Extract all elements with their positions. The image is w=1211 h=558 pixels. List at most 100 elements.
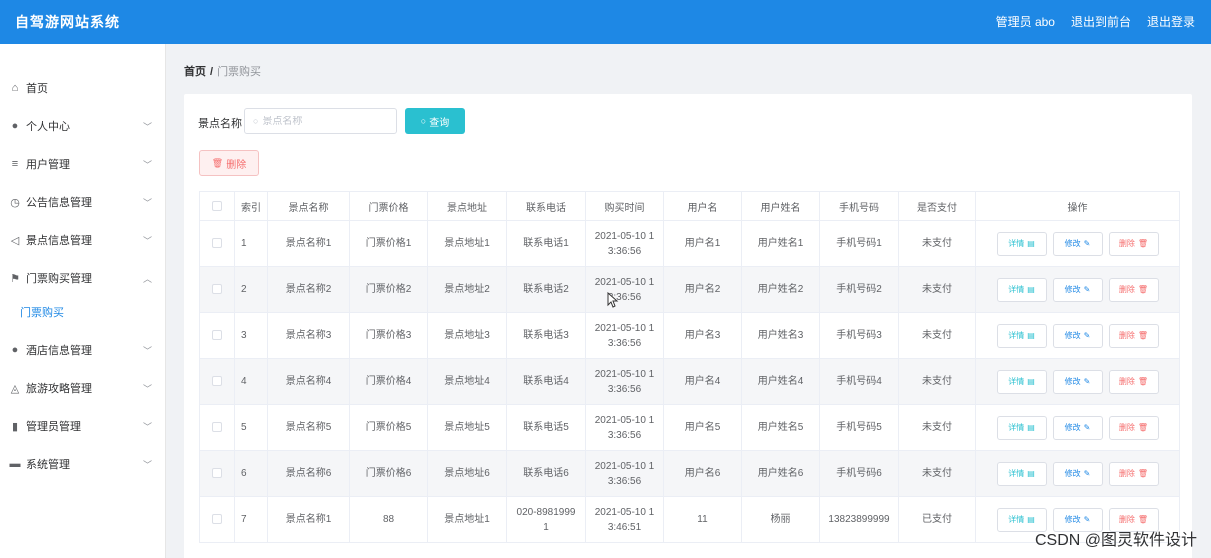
cell-user-realname: 用户姓名2 — [741, 266, 820, 313]
cell-scenic-address: 景点地址6 — [427, 450, 507, 497]
bulk-delete-button[interactable]: 🗑 删除 — [199, 150, 259, 176]
edit-button[interactable]: 修改 ✎ — [1052, 369, 1103, 394]
breadcrumb-home[interactable]: 首页 — [184, 66, 206, 78]
delete-row-button[interactable]: 删除 🗑 — [1108, 369, 1159, 394]
table-row[interactable]: 6 景点名称6 门票价格6 景点地址6 联系电话6 2021-05-10 1 3:… — [199, 450, 1180, 497]
delete-row-button[interactable]: 删除 🗑 — [1108, 415, 1159, 440]
row-checkbox[interactable] — [212, 376, 222, 387]
sidebar-item[interactable]: ◁ 景点信息管理 ﹀ — [0, 221, 166, 259]
delete-row-button[interactable]: 删除 🗑 — [1108, 461, 1159, 486]
table-row[interactable]: 1 景点名称1 门票价格1 景点地址1 联系电话1 2021-05-10 1 3:… — [199, 220, 1180, 267]
delete-row-button[interactable]: 删除 🗑 — [1108, 277, 1159, 302]
header-cell: 是否支付 — [898, 191, 976, 221]
cell-username: 用户名6 — [663, 450, 742, 497]
cell-actions: 详情 ▤ 修改 ✎ 删除 🗑 — [975, 404, 1180, 451]
logout-link[interactable]: 退出登录 — [1147, 13, 1195, 30]
row-select-cell[interactable] — [199, 266, 235, 313]
admin-label[interactable]: 管理员 abo — [996, 13, 1055, 30]
sidebar-item[interactable]: ⌂ 首页 — [0, 69, 166, 107]
header-cell: 景点名称 — [267, 191, 350, 221]
breadcrumb-separator: / — [210, 66, 214, 78]
sidebar-item-label: 系统管理 — [26, 459, 70, 471]
sidebar-item[interactable]: ● 个人中心 ﹀ — [0, 107, 166, 145]
search-input[interactable] — [262, 115, 383, 127]
detail-button[interactable]: 详情 ▤ — [996, 415, 1047, 440]
home-icon: ⌂ — [11, 82, 19, 94]
cell-phone-wrap: 联系电话1 — [506, 220, 586, 267]
cell-actions: 详情 ▤ 修改 ✎ 删除 🗑 — [975, 450, 1180, 497]
sidebar-item[interactable]: ▬ 系统管理 ﹀ — [0, 445, 166, 483]
query-button[interactable]: ○ 查询 — [405, 108, 465, 134]
pencil-icon: ✎ — [1083, 423, 1091, 432]
cell-phone-wrap: 联系电话4 — [506, 358, 586, 405]
row-checkbox[interactable] — [212, 284, 222, 295]
row-checkbox[interactable] — [212, 330, 222, 341]
sidebar-item[interactable]: ≡ 用户管理 ﹀ — [0, 145, 166, 183]
delete-row-button[interactable]: 删除 🗑 — [1108, 231, 1159, 256]
cell-phone: 联系电话6 — [523, 468, 569, 479]
document-icon: ▤ — [1027, 469, 1035, 478]
select-all-cell[interactable] — [199, 191, 235, 221]
sidebar-item[interactable]: ▮ 管理员管理 ﹀ — [0, 407, 166, 445]
sidebar-item[interactable]: ◷ 公告信息管理 ﹀ — [0, 183, 166, 221]
cell-phone-wrap: 020-8981999 1 — [506, 496, 586, 543]
row-select-cell[interactable] — [199, 220, 235, 267]
sidebar-item[interactable]: 门票购买 — [0, 293, 166, 331]
chevron-down-icon: ﹀ — [142, 235, 152, 246]
detail-button[interactable]: 详情 ▤ — [996, 231, 1047, 256]
sidebar: ⌂ 首页 ● 个人中心 ﹀ ≡ 用户管理 ﹀ ◷ 公告信息管理 ﹀ ◁ 景点信息管理 ﹀ ⚑ 门票购买管理 ︿ 门… — [0, 44, 166, 558]
table-row[interactable]: 3 景点名称3 门票价格3 景点地址3 联系电话3 2021-05-10 1 3:… — [199, 312, 1180, 359]
row-select-cell[interactable] — [199, 358, 235, 405]
detail-button[interactable]: 详情 ▤ — [996, 277, 1047, 302]
cell-user-realname: 用户姓名1 — [741, 220, 820, 267]
table-row[interactable]: 7 景点名称1 88 景点地址1 020-8981999 1 2021-05-10… — [199, 496, 1180, 543]
edit-button[interactable]: 修改 ✎ — [1052, 415, 1103, 440]
search-input-box[interactable]: ○ — [244, 108, 397, 134]
delete-row-button[interactable]: 删除 🗑 — [1108, 323, 1159, 348]
cell-phone: 联系电话4 — [523, 376, 569, 387]
sidebar-item[interactable]: ⚑ 门票购买管理 ︿ — [0, 259, 166, 297]
detail-button[interactable]: 详情 ▤ — [996, 323, 1047, 348]
detail-button[interactable]: 详情 ▤ — [996, 369, 1047, 394]
sidebar-item[interactable]: ◬ 旅游攻略管理 ﹀ — [0, 369, 166, 407]
bar-chart-icon: ▮ — [11, 420, 19, 433]
edit-button[interactable]: 修改 ✎ — [1052, 461, 1103, 486]
cell-ticket-price: 门票价格3 — [349, 312, 428, 359]
document-icon: ▤ — [1027, 285, 1035, 294]
sidebar-item-label: 景点信息管理 — [26, 235, 92, 247]
watermark: CSDN @图灵软件设计 — [1034, 532, 1197, 549]
cell-purchase-time: 2021-05-10 1 3:36:56 — [585, 358, 664, 405]
table-row[interactable]: 2 景点名称2 门票价格2 景点地址2 联系电话2 2021-05-10 1 3:… — [199, 266, 1180, 313]
select-all-checkbox[interactable] — [212, 200, 222, 211]
row-checkbox[interactable] — [212, 238, 222, 249]
row-select-cell[interactable] — [199, 404, 235, 451]
row-checkbox[interactable] — [212, 468, 222, 479]
sidebar-item-label: 酒店信息管理 — [26, 345, 92, 357]
row-select-cell[interactable] — [199, 450, 235, 497]
cell-user-realname: 用户姓名5 — [741, 404, 820, 451]
table-row[interactable]: 5 景点名称5 门票价格5 景点地址5 联系电话5 2021-05-10 1 3:… — [199, 404, 1180, 451]
back-to-front-link[interactable]: 退出到前台 — [1071, 13, 1131, 30]
cell-actions: 详情 ▤ 修改 ✎ 删除 🗑 — [975, 312, 1180, 359]
row-select-cell[interactable] — [199, 496, 235, 543]
edit-button[interactable]: 修改 ✎ — [1052, 277, 1103, 302]
cell-ticket-price: 门票价格1 — [349, 220, 428, 267]
chevron-down-icon: ﹀ — [142, 383, 152, 394]
cell-time-line1: 2021-05-10 1 — [594, 506, 655, 518]
table-row[interactable]: 4 景点名称4 门票价格4 景点地址4 联系电话4 2021-05-10 1 3:… — [199, 358, 1180, 405]
edit-button[interactable]: 修改 ✎ — [1052, 231, 1103, 256]
cell-user-realname: 用户姓名6 — [741, 450, 820, 497]
sidebar-item-label: 用户管理 — [26, 159, 70, 171]
clock-icon: ◷ — [10, 196, 20, 209]
sidebar-item-label: 门票购买 — [20, 307, 64, 319]
row-checkbox[interactable] — [212, 422, 222, 433]
detail-button[interactable]: 详情 ▤ — [996, 461, 1047, 486]
sidebar-item[interactable]: ● 酒店信息管理 ﹀ — [0, 331, 166, 369]
cell-purchase-time: 2021-05-10 1 3:36:56 — [585, 220, 664, 267]
query-label: 查询 — [429, 117, 450, 129]
row-select-cell[interactable] — [199, 312, 235, 359]
detail-label: 详情 — [1008, 377, 1025, 386]
edit-button[interactable]: 修改 ✎ — [1052, 323, 1103, 348]
row-checkbox[interactable] — [212, 514, 222, 525]
document-icon: ▤ — [1027, 331, 1035, 340]
